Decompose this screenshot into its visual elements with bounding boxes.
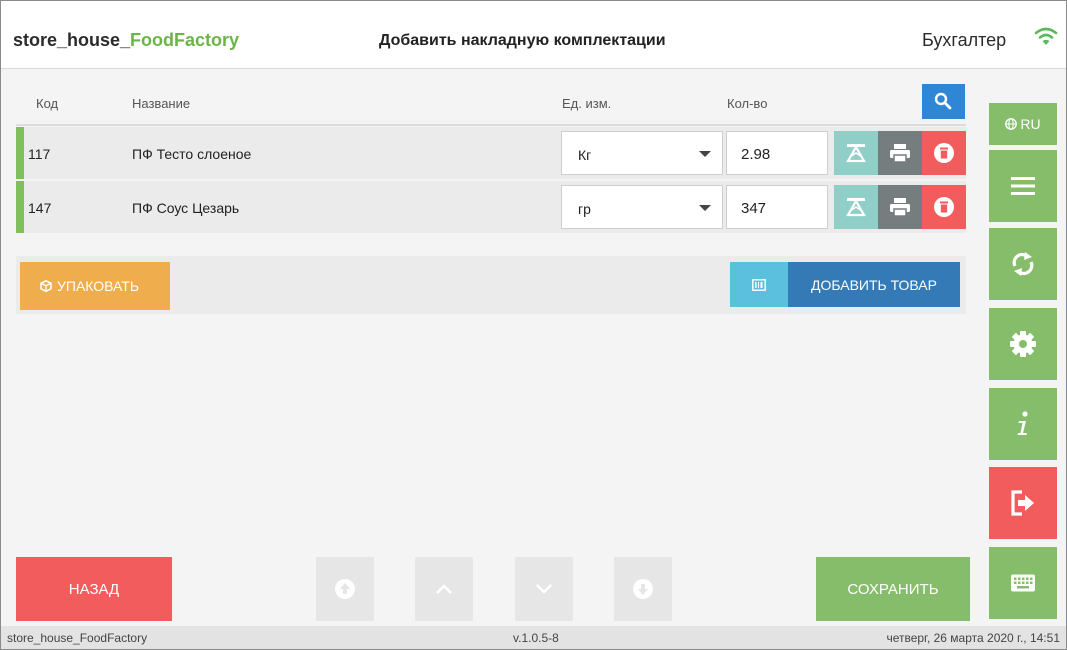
footer-datetime: четверг, 26 марта 2020 г., 14:51 <box>886 631 1060 645</box>
column-header-qty: Кол-во <box>727 96 768 111</box>
box-icon <box>40 279 52 293</box>
unit-value: Кг <box>578 147 592 163</box>
quantity-input[interactable]: 347 <box>726 185 828 229</box>
chevron-up-icon <box>436 584 452 594</box>
menu-icon <box>1011 177 1035 195</box>
chevron-down-icon <box>699 205 711 211</box>
keyboard-icon <box>1011 574 1035 592</box>
globe-icon <box>1005 118 1018 130</box>
brand-logo: store_house_FoodFactory <box>13 30 239 51</box>
scroll-down-button[interactable] <box>515 557 573 621</box>
table-row[interactable]: 117 ПФ Тесто слоеное Кг 2.98 <box>16 127 966 179</box>
delete-button[interactable] <box>922 185 966 229</box>
page-title: Добавить накладную комплектации <box>379 32 666 49</box>
scroll-bottom-button[interactable] <box>614 557 672 621</box>
circle-arrow-down-icon <box>633 579 653 599</box>
header: store_house_FoodFactory Добавить накладн… <box>1 1 1066 69</box>
sync-icon <box>1012 252 1034 276</box>
brand-accent: FoodFactory <box>130 30 240 50</box>
delete-button[interactable] <box>922 131 966 175</box>
brand-main: store_house_ <box>13 30 131 50</box>
add-item-button[interactable]: ДОБАВИТЬ ТОВАР <box>788 262 960 307</box>
keyboard-button[interactable] <box>989 547 1057 619</box>
row-marker <box>16 127 24 179</box>
row-name: ПФ Тесто слоеное <box>132 146 252 162</box>
pack-button[interactable]: УПАКОВАТЬ <box>20 262 170 310</box>
gear-icon <box>1010 331 1036 357</box>
settings-button[interactable] <box>989 308 1057 380</box>
user-role: Бухгалтер <box>922 30 1007 50</box>
footer-app-name: store_house_FoodFactory <box>7 631 148 645</box>
scroll-top-button[interactable] <box>316 557 374 621</box>
unit-select[interactable]: гр <box>561 185 723 229</box>
save-button[interactable]: СОХРАНИТЬ <box>816 557 970 621</box>
chevron-down-icon <box>536 584 552 594</box>
scale-icon <box>846 144 866 163</box>
sync-button[interactable] <box>989 228 1057 300</box>
table-row[interactable]: 147 ПФ Соус Цезарь гр 347 <box>16 181 966 233</box>
barcode-button[interactable] <box>730 262 788 307</box>
print-icon <box>890 198 910 217</box>
trash-icon <box>934 197 954 217</box>
scale-icon <box>846 198 866 217</box>
column-header-code: Код <box>36 96 59 111</box>
info-icon <box>1017 411 1028 435</box>
scroll-up-button[interactable] <box>415 557 473 621</box>
trash-icon <box>934 143 954 163</box>
chevron-down-icon <box>699 151 711 157</box>
language-button[interactable]: RU <box>989 103 1057 145</box>
print-icon <box>890 144 910 163</box>
menu-button[interactable] <box>989 150 1057 222</box>
row-marker <box>16 181 24 233</box>
unit-select[interactable]: Кг <box>561 131 723 175</box>
search-button[interactable] <box>922 84 965 119</box>
pack-label: УПАКОВАТЬ <box>57 278 140 294</box>
wifi-icon <box>1034 27 1058 45</box>
circle-arrow-up-icon <box>335 579 355 599</box>
language-label: RU <box>1020 116 1041 132</box>
footer-version: v.1.0.5-8 <box>513 631 559 645</box>
table-divider <box>16 124 966 126</box>
logout-button[interactable] <box>989 467 1057 539</box>
exit-icon <box>1011 490 1034 516</box>
info-button[interactable] <box>989 388 1057 460</box>
row-name: ПФ Соус Цезарь <box>132 200 240 216</box>
column-header-unit: Ед. изм. <box>562 96 612 111</box>
scale-button[interactable] <box>834 185 878 229</box>
status-bar: store_house_FoodFactory v.1.0.5-8 четвер… <box>1 626 1066 649</box>
back-button[interactable]: НАЗАД <box>16 557 172 621</box>
row-code: 147 <box>28 200 52 216</box>
print-button[interactable] <box>878 131 922 175</box>
row-code: 117 <box>28 146 51 162</box>
unit-value: гр <box>578 201 591 217</box>
search-icon <box>934 92 952 110</box>
action-bar: УПАКОВАТЬ ДОБАВИТЬ ТОВАР <box>16 256 966 314</box>
barcode-icon <box>752 279 766 291</box>
language-switch: RU <box>989 116 1057 132</box>
scale-button[interactable] <box>834 131 878 175</box>
print-button[interactable] <box>878 185 922 229</box>
quantity-input[interactable]: 2.98 <box>726 131 828 175</box>
column-header-name: Название <box>132 96 191 111</box>
